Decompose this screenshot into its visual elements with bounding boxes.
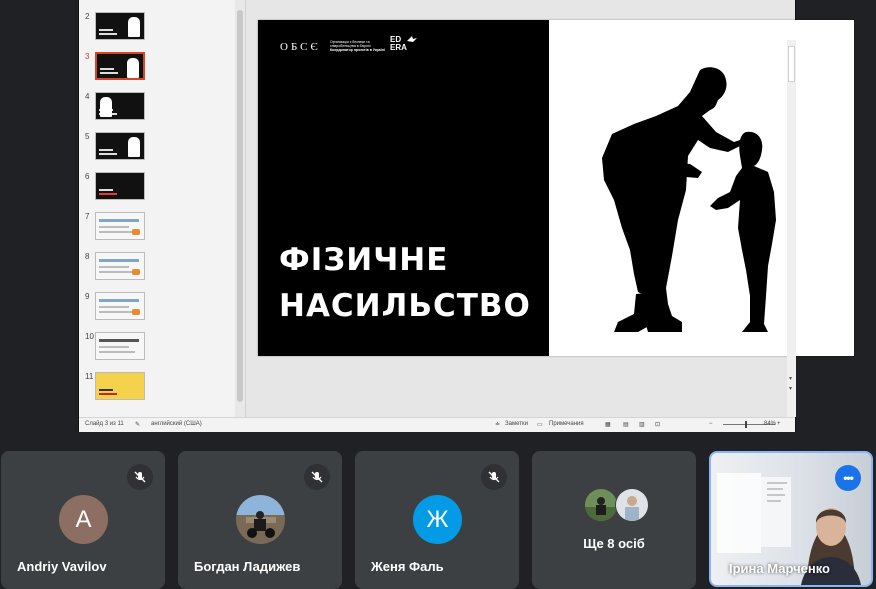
slide-number: 5 (85, 132, 90, 141)
slide-number: 11 (85, 372, 94, 381)
camera-background (717, 473, 791, 553)
edera-bird-icon (407, 36, 417, 42)
photo-avatar (236, 495, 285, 544)
slide-title-line1: ФІЗИЧНЕ (279, 242, 449, 278)
shared-presentation-window: 2 3 4 5 6 7 8 9 10 11 ОБСЄ Організація з… (78, 0, 854, 432)
slide-preview[interactable] (95, 12, 145, 40)
reading-view-icon[interactable]: ▥ (639, 421, 645, 428)
slide-preview[interactable] (95, 52, 145, 80)
participant-name: Ірина Марченко (729, 561, 830, 576)
slide-number: 2 (85, 12, 90, 21)
slide-number: 9 (85, 292, 90, 301)
thumbnail-scrollbar[interactable] (235, 0, 245, 417)
slide-thumbnail-panel[interactable]: 2 3 4 5 6 7 8 9 10 11 (79, 0, 246, 417)
slide-thumbnail[interactable]: 10 (79, 332, 235, 368)
osce-logo: ОБСЄ (280, 41, 321, 53)
slide-preview[interactable] (95, 292, 145, 320)
slide-thumbnail[interactable]: 5 (79, 132, 235, 168)
slide-number: 6 (85, 172, 90, 181)
status-bar: Слайд 3 из 11 ✎ английский (США) ≐ Замет… (79, 417, 795, 432)
group-avatar (584, 488, 618, 522)
more-options-icon[interactable]: ••• (835, 465, 861, 491)
slide-scrollbar[interactable]: ▾ ▾ (787, 40, 796, 417)
slide-preview[interactable] (95, 252, 145, 280)
more-participants-label: Ще 8 осіб (583, 536, 645, 551)
zoom-out-icon[interactable]: − (709, 421, 713, 427)
group-avatar (615, 488, 649, 522)
participant-name: Богдан Ладижев (194, 559, 301, 574)
slide-thumbnail[interactable]: 8 (79, 252, 235, 288)
slide-thumbnail[interactable]: 4 (79, 92, 235, 128)
slide-preview[interactable] (95, 172, 145, 200)
mic-off-icon (481, 464, 507, 490)
slide-thumbnail[interactable]: 6 (79, 172, 235, 208)
osce-caption: Координатор проектів в Україні (330, 48, 385, 52)
adult-child-silhouette-image (602, 67, 776, 333)
slide-number: 7 (85, 212, 90, 221)
spellcheck-icon[interactable]: ✎ (135, 421, 140, 428)
slide-preview[interactable] (95, 212, 145, 240)
mic-off-icon (127, 464, 153, 490)
comments-button[interactable]: Примечания (549, 421, 584, 427)
notes-button[interactable]: Заметки (505, 421, 528, 427)
participant-tile[interactable]: A Andriy Vavilov (1, 451, 165, 589)
zoom-in-icon[interactable]: + (777, 421, 781, 427)
zoom-level[interactable]: 84% (764, 421, 776, 427)
participant-tile[interactable]: Богдан Ладижев (178, 451, 342, 589)
slide-thumbnail-selected[interactable]: 3 (79, 52, 235, 88)
slide-number: 8 (85, 252, 90, 261)
comments-icon[interactable]: ▭ (537, 421, 543, 428)
active-speaker-tile[interactable]: ••• Ірина Марченко (709, 451, 873, 587)
mic-off-icon (304, 464, 330, 490)
slide-thumbnail[interactable]: 2 (79, 12, 235, 48)
avatar: A (59, 495, 108, 544)
slide-dark-panel: ОБСЄ Організація з безпеки та співробітн… (258, 20, 549, 356)
zoom-slider-handle[interactable] (745, 421, 747, 428)
slide-thumbnail[interactable]: 7 (79, 212, 235, 248)
slide-editor-area: ОБСЄ Організація з безпеки та співробітн… (246, 0, 854, 417)
slide-number: 10 (85, 332, 94, 341)
sorter-view-icon[interactable]: ▤ (623, 421, 629, 428)
current-slide: ОБСЄ Організація з безпеки та співробітн… (258, 20, 854, 356)
slide-title-line2: НАСИЛЬСТВО (279, 288, 531, 324)
scroll-down-icon[interactable]: ▾ (789, 375, 792, 382)
participant-name: Andriy Vavilov (17, 559, 107, 574)
slide-preview[interactable] (95, 92, 145, 120)
slide-number: 3 (85, 52, 90, 61)
participant-name: Женя Фаль (371, 559, 444, 574)
scroll-down-icon[interactable]: ▾ (789, 385, 792, 392)
slide-number: 4 (85, 92, 90, 101)
more-participants-tile[interactable]: Ще 8 осіб (532, 451, 696, 589)
slide-counter: Слайд 3 из 11 (85, 421, 124, 427)
slide-thumbnail[interactable]: 9 (79, 292, 235, 328)
slide-preview[interactable] (95, 332, 145, 360)
slideshow-icon[interactable]: ⊡ (655, 421, 660, 428)
avatar: Ж (413, 495, 462, 544)
slide-thumbnail[interactable]: 11 (79, 372, 235, 408)
language-indicator[interactable]: английский (США) (151, 421, 202, 427)
slide-preview[interactable] (95, 372, 145, 400)
normal-view-icon[interactable]: ▦ (605, 421, 611, 428)
notes-icon[interactable]: ≐ (495, 421, 500, 428)
participant-tile[interactable]: Ж Женя Фаль (355, 451, 519, 589)
slide-preview[interactable] (95, 132, 145, 160)
